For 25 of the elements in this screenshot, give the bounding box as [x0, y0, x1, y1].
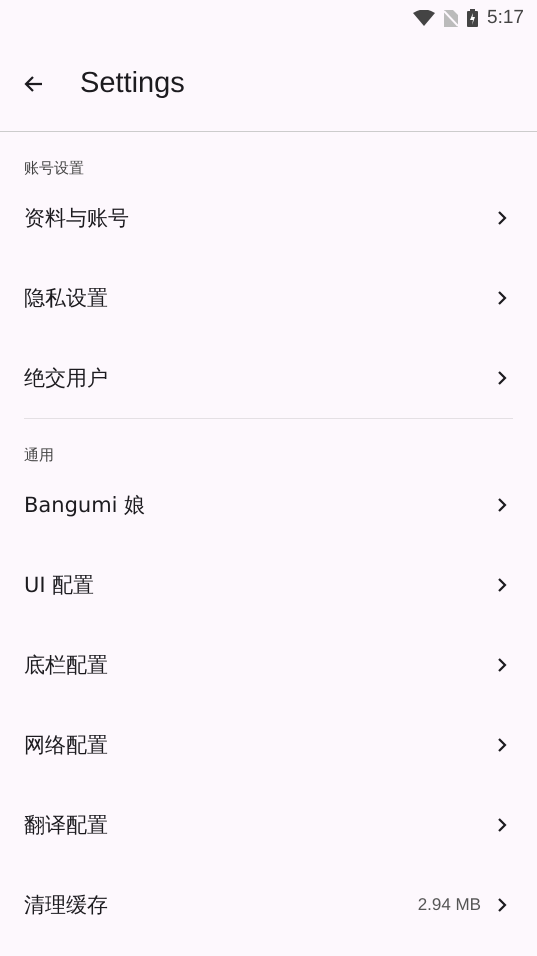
settings-item[interactable]: 底栏配置 [0, 625, 537, 705]
section-header: 通用 [23, 445, 55, 465]
settings-item[interactable]: 翻译配置 [0, 785, 537, 865]
screen-title: Settings [80, 67, 185, 100]
chevron-right-icon [497, 497, 507, 513]
settings-item[interactable]: Bangumi 娘 [0, 465, 537, 545]
settings-item[interactable]: 清理缓存 2.94 MB [0, 865, 537, 945]
settings-item[interactable]: UI 配置 [0, 545, 537, 625]
battery-charging-icon [467, 9, 478, 27]
settings-item[interactable]: 资料与账号 [0, 178, 537, 258]
chevron-right-icon [497, 577, 507, 593]
section-header: 账号设置 [23, 158, 85, 178]
wifi-icon [413, 10, 436, 26]
chevron-right-icon [497, 370, 507, 386]
chevron-right-icon [497, 210, 507, 226]
no-sim-icon [444, 10, 458, 26]
settings-item[interactable]: 网络配置 [0, 705, 537, 785]
status-time: 5:17 [487, 7, 524, 29]
chevron-right-icon [497, 657, 507, 673]
chevron-right-icon [497, 737, 507, 753]
settings-item[interactable]: 隐私设置 [0, 258, 537, 338]
settings-item[interactable]: 绝交用户 [0, 338, 537, 418]
chevron-right-icon [497, 817, 507, 833]
chevron-right-icon [497, 897, 507, 913]
chevron-right-icon [497, 290, 507, 306]
